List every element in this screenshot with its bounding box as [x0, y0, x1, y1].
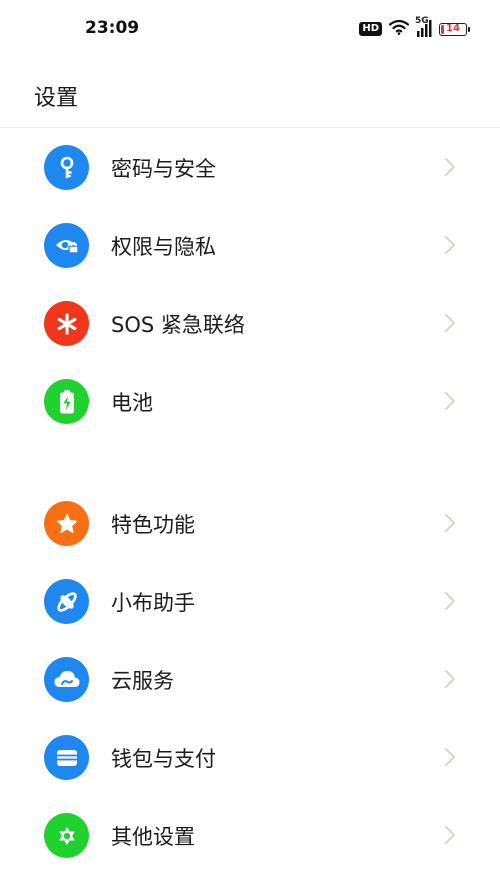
chevron-right-icon — [444, 235, 456, 259]
settings-item-other-settings[interactable]: 其他设置 — [0, 796, 500, 874]
page-header: 设置 — [0, 58, 500, 128]
hd-icon: HD — [359, 22, 382, 36]
settings-item-wallet-payment[interactable]: 钱包与支付 — [0, 718, 500, 796]
chevron-right-icon — [444, 591, 456, 615]
settings-item-assistant[interactable]: 小布助手 — [0, 562, 500, 640]
wallet-icon — [44, 735, 89, 780]
settings-item-label: 权限与隐私 — [111, 235, 216, 259]
settings-item-label: 密码与安全 — [111, 157, 216, 181]
page-title: 设置 — [34, 86, 79, 111]
chevron-right-icon — [444, 157, 456, 181]
assistant-icon — [44, 579, 89, 624]
cellular-signal-icon: 5G — [415, 16, 432, 38]
chevron-right-icon — [444, 747, 456, 771]
chevron-right-icon — [444, 669, 456, 693]
chevron-right-icon — [444, 313, 456, 337]
settings-item-cloud-service[interactable]: 云服务 — [0, 640, 500, 718]
status-bar: 23:09 HD 5G 14 — [0, 0, 500, 58]
settings-item-label: 特色功能 — [111, 513, 195, 537]
wifi-icon — [388, 19, 410, 39]
settings-item-permissions-privacy[interactable]: 权限与隐私 — [0, 206, 500, 284]
key-icon — [44, 145, 89, 190]
battery-fill — [441, 24, 444, 34]
privacy-eye-icon — [44, 223, 89, 268]
chevron-right-icon — [444, 825, 456, 849]
cloud-icon — [44, 657, 89, 702]
settings-item-label: 云服务 — [111, 669, 174, 693]
settings-item-label: 钱包与支付 — [111, 747, 216, 771]
asterisk-icon — [44, 301, 89, 346]
status-time: 23:09 — [85, 18, 140, 38]
star-icon — [44, 501, 89, 546]
settings-item-label: 小布助手 — [111, 591, 195, 615]
gear-icon — [44, 813, 89, 858]
settings-item-special-features[interactable]: 特色功能 — [0, 484, 500, 562]
settings-item-sos-emergency[interactable]: SOS 紧急联络 — [0, 284, 500, 362]
settings-item-label: 其他设置 — [111, 825, 195, 849]
battery-level: 14 — [446, 23, 460, 34]
settings-item-battery[interactable]: 电池 — [0, 362, 500, 440]
settings-item-password-security[interactable]: 密码与安全 — [0, 128, 500, 206]
settings-item-label: 电池 — [111, 391, 153, 415]
chevron-right-icon — [444, 513, 456, 537]
chevron-right-icon — [444, 391, 456, 415]
battery-charging-icon — [44, 379, 89, 424]
battery-icon: 14 — [439, 22, 470, 36]
status-icons: HD 5G 14 — [359, 16, 470, 39]
network-type-label: 5G — [415, 16, 429, 26]
settings-item-label: SOS 紧急联络 — [111, 313, 245, 337]
